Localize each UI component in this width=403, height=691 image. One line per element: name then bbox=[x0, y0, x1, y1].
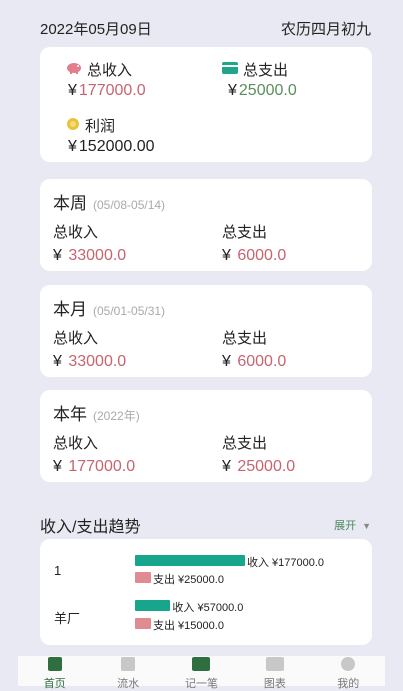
expense-bar-0 bbox=[135, 572, 151, 583]
add-icon bbox=[192, 657, 211, 671]
tab-label: 图表 bbox=[263, 678, 286, 690]
tab-label: 记一笔 bbox=[184, 678, 218, 690]
income-value: 33000.0 bbox=[68, 247, 127, 264]
expand-label: 展开 bbox=[334, 520, 357, 532]
expense-bar-label-0: 支出 ¥25000.0 bbox=[153, 574, 224, 586]
bottom-tab-bar: 首页 流水 记一笔 图表 我的 bbox=[18, 656, 385, 690]
category-label-0: 1 bbox=[54, 563, 62, 578]
expense-bar-label-1: 支出 ¥15000.0 bbox=[153, 620, 224, 632]
list-icon bbox=[121, 657, 136, 671]
income-bar-0 bbox=[135, 555, 245, 566]
period-range: (2022年) bbox=[93, 409, 140, 423]
week-card[interactable]: 本周 (05/08-05/14) 总收入 ¥ 33000.0 总支出 ¥ 6000… bbox=[40, 179, 372, 271]
period-title: 本周 bbox=[53, 194, 87, 213]
income-label: 总收入 bbox=[53, 224, 99, 241]
total-income-label: 总收入 bbox=[87, 62, 133, 79]
home-icon bbox=[47, 657, 62, 671]
expense-value: 6000.0 bbox=[237, 353, 287, 370]
total-expense-value: 25000.0 bbox=[238, 82, 297, 99]
year-card[interactable]: 本年 (2022年) 总收入 ¥ 177000.0 总支出 ¥ 25000.0 bbox=[40, 390, 372, 482]
chart-icon bbox=[265, 657, 284, 671]
lunar-date: 农历四月初九 bbox=[280, 21, 371, 38]
profit-label: 利润 bbox=[85, 118, 116, 135]
total-income: 总收入 ¥177000.0 bbox=[66, 59, 146, 100]
user-icon bbox=[341, 657, 356, 671]
expense-value: 25000.0 bbox=[237, 458, 296, 475]
expense-label: 总支出 bbox=[222, 435, 268, 452]
tab-label: 首页 bbox=[43, 678, 66, 690]
category-label-1: 羊厂 bbox=[54, 611, 81, 626]
piggy-bank-icon bbox=[66, 61, 82, 79]
expense-label: 总支出 bbox=[222, 330, 268, 347]
expense-value: 6000.0 bbox=[237, 247, 287, 264]
profit-value: 152000.00 bbox=[78, 138, 155, 155]
coin-icon bbox=[66, 117, 80, 135]
caret-down-icon: ▼ bbox=[362, 521, 371, 531]
income-bar-label-0: 收入 ¥177000.0 bbox=[247, 557, 325, 569]
total-expense-label: 总支出 bbox=[243, 62, 289, 79]
trend-chart: 1 收入 ¥177000.0 支出 ¥25000.0 羊厂 收入 ¥57000.… bbox=[40, 539, 372, 645]
expand-button[interactable]: 展开 ▼ bbox=[334, 517, 371, 533]
trend-header: 收入/支出趋势 展开 ▼ bbox=[40, 514, 371, 536]
period-title: 本年 bbox=[53, 405, 87, 424]
wallet-icon bbox=[222, 61, 238, 79]
income-value: 177000.0 bbox=[68, 458, 136, 475]
summary-card: 总收入 ¥177000.0 总支出 ¥25000.0 利润 ¥152000.00 bbox=[40, 47, 372, 162]
current-date: 2022年05月09日 bbox=[40, 21, 152, 38]
trend-title: 收入/支出趋势 bbox=[40, 519, 141, 536]
total-income-value: 177000.0 bbox=[78, 82, 146, 99]
top-bar: 2022年05月09日 农历四月初九 bbox=[40, 18, 371, 38]
period-range: (05/01-05/31) bbox=[93, 304, 166, 318]
tab-label: 流水 bbox=[117, 678, 140, 690]
income-bar-label-1: 收入 ¥57000.0 bbox=[172, 602, 244, 614]
expense-label: 总支出 bbox=[222, 224, 268, 241]
expense-bar-1 bbox=[135, 618, 151, 629]
tab-label: 我的 bbox=[337, 678, 360, 690]
period-range: (05/08-05/14) bbox=[93, 198, 166, 212]
total-expense: 总支出 ¥25000.0 bbox=[222, 59, 297, 100]
profit: 利润 ¥152000.00 bbox=[66, 115, 155, 156]
period-title: 本月 bbox=[53, 300, 87, 319]
month-card[interactable]: 本月 (05/01-05/31) 总收入 ¥ 33000.0 总支出 ¥ 6000… bbox=[40, 285, 372, 377]
income-value: 33000.0 bbox=[68, 353, 127, 370]
income-label: 总收入 bbox=[53, 435, 99, 452]
income-bar-1 bbox=[135, 600, 171, 611]
income-label: 总收入 bbox=[53, 330, 99, 347]
